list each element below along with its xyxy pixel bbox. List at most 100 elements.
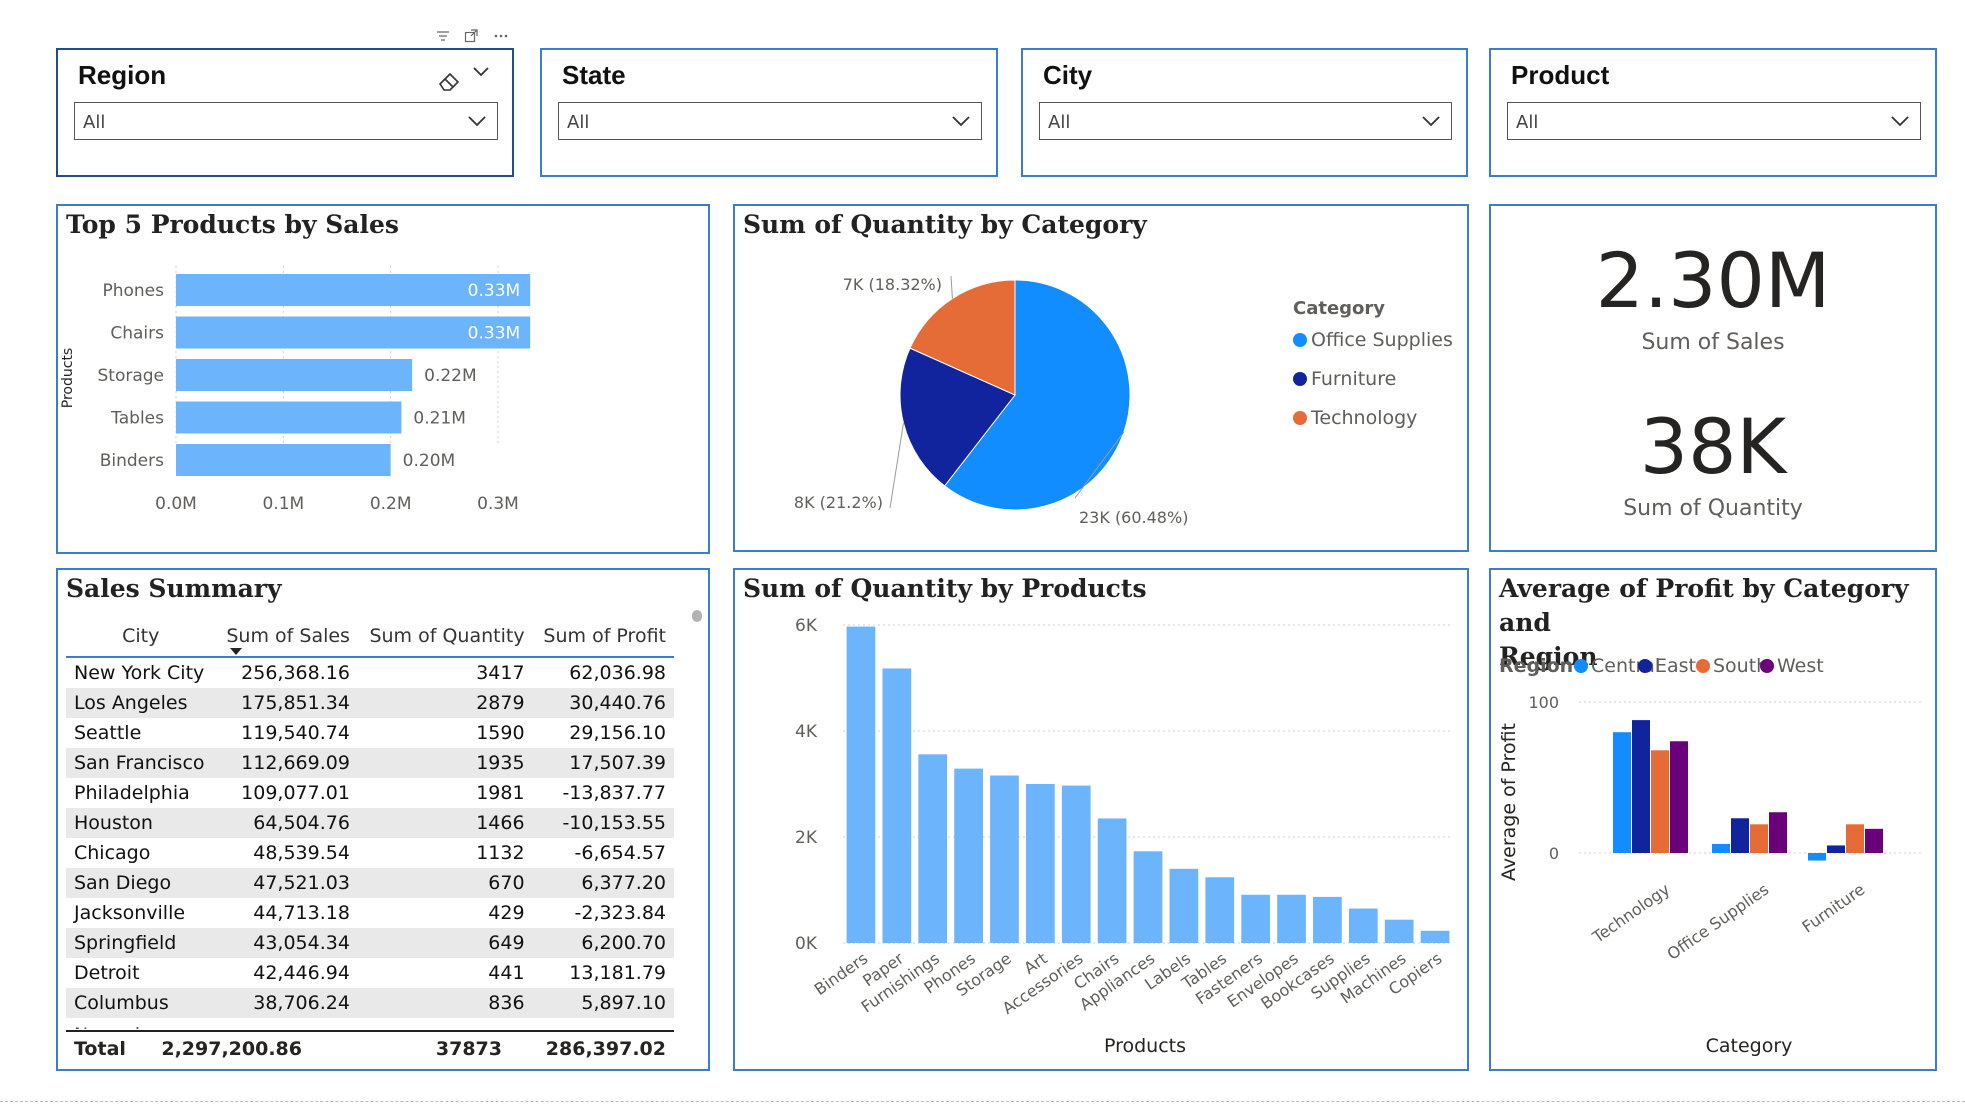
slicer-title: Product <box>1511 60 1610 90</box>
table-row[interactable]: Houston 64,504.76 1466 -10,153.55 <box>66 808 674 838</box>
bar <box>176 444 391 476</box>
y-axis-title: Products <box>60 348 76 408</box>
table-row[interactable]: Seattle 119,540.74 1590 29,156.10 <box>66 718 674 748</box>
filter-icon[interactable] <box>436 30 450 42</box>
focus-mode-icon[interactable] <box>464 29 478 43</box>
table-row[interactable]: Los Angeles 175,851.34 2879 30,440.76 <box>66 688 674 718</box>
visual-title: Sales Summary <box>66 574 282 603</box>
chevron-down-icon[interactable] <box>472 66 490 78</box>
summary-grid: City Sum of Sales Sum of Quantity Sum of… <box>66 616 674 1018</box>
x-tick-label: 0.3M <box>477 494 519 514</box>
legend-item: Technology <box>1310 407 1417 429</box>
data-label: 8K (21.2%) <box>794 493 883 512</box>
sum-of-quantity-label: Sum of Quantity <box>1623 496 1803 521</box>
dropdown-value: All <box>1048 112 1071 133</box>
bar <box>1808 853 1826 861</box>
data-label: 0.33M <box>468 324 521 344</box>
profit-by-category-region-visual[interactable]: Average of Profit by Category and Region… <box>1489 568 1937 1071</box>
bar <box>1670 741 1688 853</box>
sort-descending-icon <box>229 648 242 655</box>
bar <box>882 668 912 943</box>
table-row[interactable]: Detroit 42,446.94 441 13,181.79 <box>66 958 674 988</box>
table-row[interactable]: San Diego 47,521.03 670 6,377.20 <box>66 868 674 898</box>
y-tick-label: Binders <box>100 451 164 471</box>
state-slicer: State All <box>540 48 998 177</box>
bar <box>846 626 876 943</box>
city-slicer: City All <box>1021 48 1468 177</box>
top5-products-visual[interactable]: Top 5 Products by Sales 0.0M 0.1M 0.2M 0.3M… <box>56 204 710 554</box>
total-quantity: 37873 <box>435 1038 502 1060</box>
quantity-by-products-visual[interactable]: Sum of Quantity by Products 0K 2K 4K 6K Bind… <box>733 568 1469 1071</box>
legend-item: East <box>1655 655 1696 677</box>
table-row[interactable]: New York City 256,368.16 3417 62,036.98 <box>66 657 674 688</box>
chevron-down-icon <box>952 116 970 127</box>
column-header-sales[interactable]: Sum of Sales <box>215 616 358 658</box>
cell-quantity: 649 <box>357 928 533 958</box>
cell-profit: -10,153.55 <box>532 808 674 838</box>
state-dropdown[interactable]: All <box>558 102 982 140</box>
data-label: 0.33M <box>468 281 521 301</box>
cell-city: Los Angeles <box>66 688 216 718</box>
x-axis-title: Products <box>1104 1035 1186 1057</box>
column-header-quantity[interactable]: Sum of Quantity <box>357 616 533 658</box>
more-options-icon[interactable] <box>494 34 508 38</box>
cell-quantity: 441 <box>357 958 533 988</box>
product-dropdown[interactable]: All <box>1507 102 1921 140</box>
table-row[interactable]: San Francisco 112,669.09 1935 17,507.39 <box>66 748 674 778</box>
sum-of-sales-label: Sum of Sales <box>1641 330 1785 355</box>
column-header-profit[interactable]: Sum of Profit <box>532 616 674 658</box>
cell-profit: -6,654.57 <box>532 838 674 868</box>
cell-city: Philadelphia <box>66 778 216 808</box>
cell-sales: 109,077.01 <box>215 778 358 808</box>
cell-city: San Francisco <box>66 748 216 778</box>
table-row[interactable]: Chicago 48,539.54 1132 -6,654.57 <box>66 838 674 868</box>
bar <box>1348 908 1378 943</box>
bar <box>954 768 983 943</box>
top5-bar-chart: 0.0M 0.1M 0.2M 0.3M Products Phones 0.33M Chair… <box>60 266 531 514</box>
cell-profit: 62,036.98 <box>532 657 674 688</box>
cell-city: New York City <box>66 657 216 688</box>
cell-sales: 38,706.24 <box>215 988 358 1018</box>
city-dropdown[interactable]: All <box>1039 102 1452 140</box>
bar <box>1061 785 1091 943</box>
bar <box>990 775 1019 943</box>
bar <box>1613 732 1631 853</box>
sum-of-quantity-value: 38K <box>1639 402 1787 491</box>
pie-chart: 23K (60.48%) 8K (21.2%) 7K (18.32%) Categor… <box>794 275 1453 527</box>
total-profit: 286,397.02 <box>545 1038 666 1060</box>
bar <box>1313 896 1342 943</box>
cell-city: Columbus <box>66 988 216 1018</box>
legend-item: Office Supplies <box>1311 329 1453 351</box>
cell-profit: 29,156.10 <box>532 718 674 748</box>
legend-marker <box>1696 659 1710 673</box>
sales-summary-table[interactable]: Sales Summary City Sum of Sales Sum of Q… <box>56 568 710 1071</box>
y-tick-label: 100 <box>1528 693 1559 712</box>
column-header-label: Sum of Sales <box>226 625 350 647</box>
legend-marker <box>1293 411 1307 425</box>
bar <box>1750 824 1768 853</box>
bar <box>1420 930 1450 943</box>
table-row[interactable]: Springfield 43,054.34 649 6,200.70 <box>66 928 674 958</box>
y-tick-label: 0 <box>1549 844 1559 863</box>
cell-sales: 47,521.03 <box>215 868 358 898</box>
table-row[interactable]: Jacksonville 44,713.18 429 -2,323.84 <box>66 898 674 928</box>
x-tick-label: Furniture <box>1799 880 1869 937</box>
bar <box>1769 812 1787 853</box>
total-row: Total 2,297,200.86 37873 286,397.02 <box>66 1030 674 1066</box>
quantity-by-category-visual[interactable]: Sum of Quantity by Category 23K (60.48%)… <box>733 204 1469 552</box>
table-row[interactable]: Columbus 38,706.24 836 5,897.10 <box>66 988 674 1018</box>
table-scrollbar[interactable] <box>692 610 702 622</box>
bar <box>1731 818 1749 853</box>
table-row[interactable]: Philadelphia 109,077.01 1981 -13,837.77 <box>66 778 674 808</box>
kpi-card: 2.30M Sum of Sales 38K Sum of Quantity <box>1489 204 1937 552</box>
y-tick-label: 2K <box>795 828 818 848</box>
cell-quantity: 429 <box>357 898 533 928</box>
column-header-city[interactable]: City <box>66 616 216 658</box>
y-tick-label: Phones <box>102 281 164 301</box>
page-bottom-divider <box>0 1101 1965 1102</box>
cell-city: Springfield <box>66 928 216 958</box>
bar <box>1169 868 1199 943</box>
eraser-icon[interactable] <box>436 68 464 92</box>
region-dropdown[interactable]: All <box>74 102 498 140</box>
cell-sales: 42,446.94 <box>215 958 358 988</box>
